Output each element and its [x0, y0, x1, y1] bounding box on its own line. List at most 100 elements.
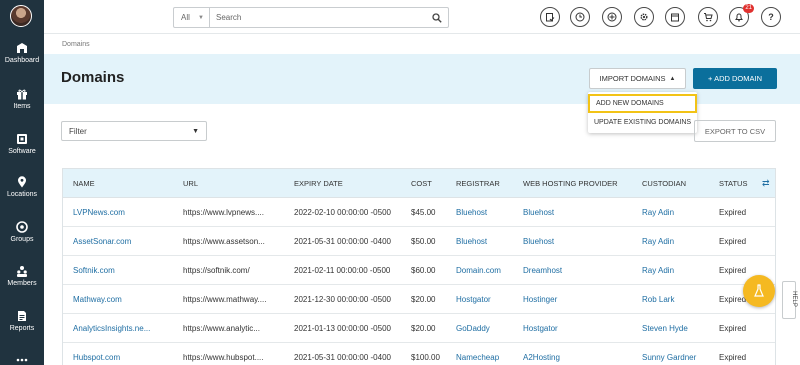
sidebar-more[interactable]	[0, 354, 44, 365]
bell-icon	[735, 13, 743, 22]
page-title: Domains	[61, 69, 125, 86]
cell-name[interactable]: Hubspot.com	[73, 343, 120, 365]
help-button[interactable]: ?	[761, 7, 781, 27]
import-domains-label: IMPORT DOMAINS	[599, 74, 666, 83]
table-row[interactable]: Mathway.com https://www.mathway.... 2021-1…	[63, 285, 775, 314]
history-button[interactable]	[570, 7, 590, 27]
cell-name[interactable]: AnalyticsInsights.ne...	[73, 314, 150, 343]
column-header-name[interactable]: NAME	[73, 169, 95, 198]
cell-custodian[interactable]: Rob Lark	[642, 285, 674, 314]
table-row[interactable]: AssetSonar.com https://www.assetson... 202…	[63, 227, 775, 256]
table-header: NAME URL EXPIRY DATE COST REGISTRAR WEB …	[63, 169, 775, 198]
sidebar-item-label: Items	[13, 103, 31, 110]
more-icon	[16, 358, 28, 362]
cell-custodian[interactable]: Ray Adin	[642, 198, 674, 227]
cell-cost: $45.00	[411, 208, 436, 217]
notification-badge: 21	[743, 4, 754, 13]
cell-url: https://www.assetson...	[183, 237, 265, 246]
cart-icon	[704, 13, 713, 22]
sidebar-item-label: Members	[7, 280, 37, 287]
cell-expiry-date: 2021-05-31 00:00:00 -0400	[294, 237, 391, 246]
sidebar-item-items[interactable]: Items	[0, 88, 44, 110]
cell-web-hosting-provider[interactable]: Hostgator	[523, 314, 558, 343]
cell-expiry-date: 2022-02-10 00:00:00 -0500	[294, 208, 391, 217]
cell-registrar[interactable]: Namecheap	[456, 343, 499, 365]
cell-name[interactable]: AssetSonar.com	[73, 227, 131, 256]
quick-add-button[interactable]	[602, 7, 622, 27]
sidebar-item-groups[interactable]: Groups	[0, 221, 44, 243]
cell-url: https://www.analytic...	[183, 324, 260, 333]
table-row[interactable]: AnalyticsInsights.ne... https://www.analy…	[63, 314, 775, 343]
menu-item-update-existing-domains[interactable]: UPDATE EXISTING DOMAINS	[588, 113, 697, 132]
search-input[interactable]	[210, 8, 426, 27]
sidebar-item-label: Software	[8, 148, 36, 155]
gift-icon	[17, 89, 27, 100]
sidebar-item-members[interactable]: Members	[0, 265, 44, 287]
sidebar-item-dashboard[interactable]: Dashboard	[0, 42, 44, 64]
search-button[interactable]	[426, 12, 448, 23]
cell-url: https://www.mathway....	[183, 295, 267, 304]
floating-action-button[interactable]	[743, 275, 775, 307]
checkout-button[interactable]	[540, 7, 560, 27]
add-domain-button[interactable]: + ADD DOMAIN	[693, 68, 777, 89]
cell-custodian[interactable]: Steven Hyde	[642, 314, 688, 343]
question-icon: ?	[768, 12, 774, 22]
search-scope-select[interactable]: All ▼	[174, 8, 210, 27]
breadcrumb[interactable]: Domains	[62, 41, 90, 48]
cell-web-hosting-provider[interactable]: Hostinger	[523, 285, 557, 314]
cell-registrar[interactable]: Hostgator	[456, 285, 491, 314]
cell-cost: $20.00	[411, 324, 436, 333]
import-domains-button[interactable]: IMPORT DOMAINS ▲	[589, 68, 686, 89]
calendar-icon	[671, 13, 679, 22]
filter-value: Filter	[69, 126, 87, 136]
column-header-cost[interactable]: COST	[411, 169, 432, 198]
filter-select[interactable]: Filter ▼	[61, 121, 207, 141]
column-header-expiry-date[interactable]: EXPIRY DATE	[294, 169, 343, 198]
table-row[interactable]: Softnik.com https://softnik.com/2021-02-1…	[63, 256, 775, 285]
clipboard-check-icon	[546, 13, 555, 22]
software-icon	[17, 134, 27, 144]
cell-web-hosting-provider[interactable]: A2Hosting	[523, 343, 560, 365]
table-row[interactable]: LVPNews.com https://www.lvpnews.... 2022-0…	[63, 198, 775, 227]
table-row[interactable]: Hubspot.com https://www.hubspot.... 2021-0…	[63, 343, 775, 365]
cell-name[interactable]: LVPNews.com	[73, 198, 125, 227]
cell-custodian[interactable]: Sunny Gardner	[642, 343, 696, 365]
cell-web-hosting-provider[interactable]: Bluehost	[523, 227, 554, 256]
cell-name[interactable]: Softnik.com	[73, 256, 115, 285]
column-header-url[interactable]: URL	[183, 169, 198, 198]
cell-registrar[interactable]: GoDaddy	[456, 314, 490, 343]
cart-button[interactable]	[698, 7, 718, 27]
sidebar-item-reports[interactable]: Reports	[0, 310, 44, 332]
calendar-button[interactable]	[665, 7, 685, 27]
column-header-custodian[interactable]: CUSTODIAN	[642, 169, 686, 198]
avatar[interactable]	[10, 5, 32, 27]
help-tab[interactable]: HELP	[782, 281, 797, 319]
top-bar: All ▼ 21 ?	[44, 0, 800, 34]
cell-custodian[interactable]: Ray Adin	[642, 227, 674, 256]
column-header-registrar[interactable]: REGISTRAR	[456, 169, 500, 198]
caret-down-icon: ▼	[192, 127, 199, 135]
sidebar-item-locations[interactable]: Locations	[0, 176, 44, 198]
global-search: All ▼	[173, 7, 449, 28]
dashboard-icon	[17, 43, 27, 53]
cell-custodian[interactable]: Ray Adin	[642, 256, 674, 285]
cell-registrar[interactable]: Bluehost	[456, 227, 487, 256]
cell-registrar[interactable]: Domain.com	[456, 256, 501, 285]
notifications-button[interactable]: 21	[729, 4, 754, 27]
column-settings-icon[interactable]: ⇄	[762, 169, 770, 198]
cell-web-hosting-provider[interactable]: Dreamhost	[523, 256, 562, 285]
caret-down-icon: ▼	[198, 14, 204, 21]
domains-table: NAME URL EXPIRY DATE COST REGISTRAR WEB …	[62, 168, 776, 365]
import-dropdown-menu: ADD NEW DOMAINS UPDATE EXISTING DOMAINS	[588, 92, 697, 133]
menu-item-add-new-domains[interactable]: ADD NEW DOMAINS	[588, 94, 697, 113]
settings-button[interactable]	[634, 7, 654, 27]
export-csv-button[interactable]: EXPORT TO CSV	[694, 120, 776, 142]
column-header-status[interactable]: STATUS	[719, 169, 747, 198]
search-scope-value: All	[181, 13, 190, 22]
cell-cost: $20.00	[411, 295, 436, 304]
cell-name[interactable]: Mathway.com	[73, 285, 122, 314]
cell-registrar[interactable]: Bluehost	[456, 198, 487, 227]
cell-web-hosting-provider[interactable]: Bluehost	[523, 198, 554, 227]
sidebar-item-software[interactable]: Software	[0, 133, 44, 155]
column-header-web-hosting-provider[interactable]: WEB HOSTING PROVIDER	[523, 169, 618, 198]
